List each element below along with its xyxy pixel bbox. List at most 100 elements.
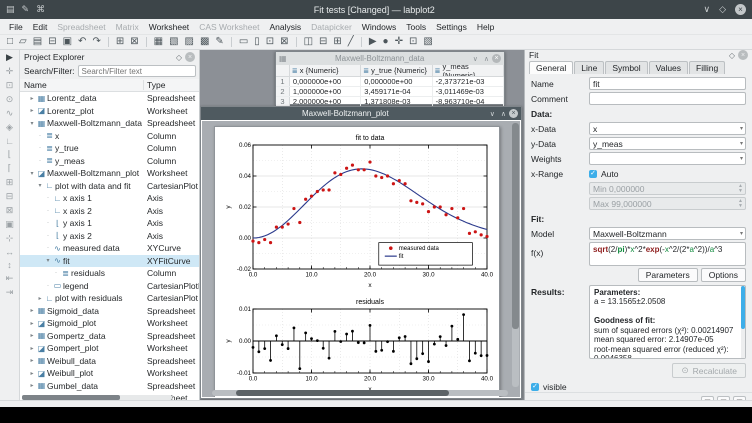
toolbar-icon-6[interactable]: ↷ <box>89 37 103 47</box>
menu-item-file[interactable]: File <box>4 21 28 33</box>
expander-icon[interactable]: ▾ <box>28 120 36 127</box>
expander-icon[interactable]: ▸ <box>28 307 36 314</box>
worksheet-tool-icon-16[interactable]: ⇤ <box>6 273 14 284</box>
worksheet-tool-icon-2[interactable]: ⊡ <box>6 80 14 91</box>
toolbar-icon-2[interactable]: ▤ <box>30 37 45 47</box>
toolbar-icon-13[interactable]: ▨ <box>182 37 197 47</box>
tab-values[interactable]: Values <box>649 61 688 74</box>
dock-footer-icon-0[interactable]: ▣ <box>701 396 714 400</box>
toolbar-icon-28[interactable]: ● <box>380 37 392 47</box>
worksheet-tool-icon-7[interactable]: ⌊ <box>8 149 12 160</box>
spreadsheet-cell[interactable]: 3,459171e-04 <box>361 87 432 96</box>
restore-window-icon[interactable]: ∧ <box>481 55 492 63</box>
toolbar-icon-18[interactable]: ▯ <box>251 37 263 47</box>
worksheet-tool-icon-6[interactable]: ∟ <box>5 136 14 146</box>
visible-checkbox[interactable]: ✓ <box>531 383 539 391</box>
close-panel-icon[interactable]: × <box>738 50 748 60</box>
spreadsheet-cell[interactable]: 1,371808e-03 <box>361 97 432 106</box>
parameters-button[interactable]: Parameters <box>638 268 698 282</box>
worksheet-view[interactable]: fit to data0.010.020.030.040.0-0.020.000… <box>202 121 520 397</box>
name-field[interactable] <box>589 77 746 90</box>
toolbar-icon-1[interactable]: ▱ <box>16 37 30 47</box>
tree-item-x-axis-2[interactable]: ·∟x axis 2Axis <box>20 205 199 218</box>
tree-item-maxwell-boltzmann_data[interactable]: ▾▦Maxwell-Boltzmann_dataSpreadsheet <box>20 117 199 130</box>
toolbar-icon-25[interactable]: ╱ <box>345 37 357 47</box>
tree-item-y-axis-1[interactable]: ·⌊y axis 1Axis <box>20 217 199 230</box>
toolbar-icon-23[interactable]: ⊟ <box>316 37 330 47</box>
tree-item-sigmoid_plot[interactable]: ▸◪Sigmoid_plotWorksheet <box>20 317 199 330</box>
menu-item-analysis[interactable]: Analysis <box>265 21 307 33</box>
tree-item-gumbel_data[interactable]: ▸▦Gumbel_dataSpreadsheet <box>20 380 199 393</box>
shade-window-icon[interactable]: ∨ <box>470 55 481 63</box>
tree-item-y-axis-2[interactable]: ·⌊y axis 2Axis <box>20 230 199 243</box>
toolbar-icon-3[interactable]: ⊟ <box>45 37 59 47</box>
spreadsheet-window-titlebar[interactable]: ▦ Maxwell-Boltzmann_data ∨ ∧ × <box>276 52 504 65</box>
float-panel-icon[interactable]: ◇ <box>726 51 738 60</box>
auto-checkbox[interactable]: ✓ <box>589 170 597 178</box>
toolbar-icon-5[interactable]: ↶ <box>75 37 89 47</box>
spreadsheet-cell[interactable]: 2,000000e+00 <box>290 97 361 106</box>
expander-icon[interactable]: ▸ <box>28 357 36 364</box>
tree-item-residuals[interactable]: ·≣residualsColumn <box>20 267 199 280</box>
tree-item-weibull_plot[interactable]: ▸◪Weibull_plotWorksheet <box>20 367 199 380</box>
toolbar-icon-0[interactable]: □ <box>4 37 16 47</box>
maximize-button[interactable]: ◇ <box>719 4 726 15</box>
worksheet-tool-icon-4[interactable]: ∿ <box>6 108 14 119</box>
toolbar-icon-8[interactable]: ⊞ <box>113 37 127 47</box>
column-header-y_meas[interactable]: ≣y_meas {Numeric} <box>433 65 504 76</box>
menu-item-windows[interactable]: Windows <box>357 21 401 33</box>
tree-item-sigmoid_data[interactable]: ▸▦Sigmoid_dataSpreadsheet <box>20 305 199 318</box>
spreadsheet-cell[interactable]: -2,373721e-03 <box>433 77 504 86</box>
menu-item-worksheet[interactable]: Worksheet <box>144 21 194 33</box>
tree-item-lorentz_data[interactable]: ▸▦Lorentz_dataSpreadsheet <box>20 92 199 105</box>
toolbar-icon-20[interactable]: ⊠ <box>277 37 291 47</box>
close-panel-icon[interactable]: × <box>185 52 195 62</box>
tree-item-plot-with-residuals[interactable]: ▸∟plot with residualsCartesianPlot <box>20 292 199 305</box>
spreadsheet-row[interactable]: 10,000000e+000,000000e+00-2,373721e-03 <box>276 77 504 87</box>
expander-icon[interactable]: ▸ <box>28 320 36 327</box>
close-window-icon[interactable]: × <box>492 54 501 63</box>
tree-item-measured-data[interactable]: ·∿measured dataXYCurve <box>20 242 199 255</box>
expander-icon[interactable]: ▾ <box>44 257 52 264</box>
xdata-combobox[interactable]: x▾ <box>589 122 746 135</box>
expander-icon[interactable]: ▸ <box>36 295 44 302</box>
tree-item-legend[interactable]: ·▭legendCartesianPlotL <box>20 280 199 293</box>
expander-icon[interactable]: ▸ <box>28 107 36 114</box>
worksheet-vertical-scrollbar[interactable] <box>512 123 519 387</box>
tab-symbol[interactable]: Symbol <box>605 61 647 74</box>
tree-column-type[interactable]: Type <box>144 80 199 90</box>
toolbar-icon-4[interactable]: ▣ <box>60 37 75 47</box>
tree-item-fit[interactable]: ▾∿fitXYFitCurve <box>20 255 199 268</box>
formula-field[interactable]: sqrt(2/pi)*x^2*exp(-x^2/(2*a^2))/a^3 <box>589 242 746 266</box>
worksheet-tool-icon-11[interactable]: ⊠ <box>6 205 14 216</box>
results-textbox[interactable]: Parameters:a = 13.1565±2.0508 Goodness o… <box>589 285 746 359</box>
spreadsheet-cell[interactable]: 1,000000e+00 <box>290 87 361 96</box>
toolbar-icon-27[interactable]: ▶ <box>366 37 380 47</box>
expander-icon[interactable]: ▸ <box>28 345 36 352</box>
worksheet-tool-icon-3[interactable]: ⊙ <box>6 94 14 105</box>
toolbar-icon-17[interactable]: ▭ <box>236 37 251 47</box>
menu-item-tools[interactable]: Tools <box>401 21 431 33</box>
tree-item-gompert_plot[interactable]: ▸◪Gompert_plotWorksheet <box>20 342 199 355</box>
close-button[interactable]: × <box>735 4 746 15</box>
worksheet-tool-icon-9[interactable]: ⊞ <box>6 177 14 188</box>
worksheet-tool-icon-14[interactable]: ↔ <box>5 247 14 257</box>
search-input[interactable] <box>78 65 196 77</box>
toolbar-icon-22[interactable]: ◫ <box>301 37 316 47</box>
expander-icon[interactable]: ▸ <box>28 382 36 389</box>
spreadsheet-cell[interactable]: -3,011469e-03 <box>433 87 504 96</box>
fit-to-data-chart[interactable]: fit to data0.010.020.030.040.0-0.020.000… <box>223 132 493 290</box>
results-scrollbar[interactable] <box>741 286 745 358</box>
worksheet-horizontal-scrollbar[interactable] <box>212 390 508 396</box>
dock-footer-icon-1[interactable]: ▤ <box>717 396 730 400</box>
worksheet-tool-icon-12[interactable]: ▣ <box>5 219 14 230</box>
expander-icon[interactable]: ▾ <box>28 170 36 177</box>
menu-item-settings[interactable]: Settings <box>431 21 472 33</box>
plot-window-titlebar[interactable]: Maxwell-Boltzmann_plot ∨ ∧ × <box>201 107 521 120</box>
spreadsheet-cell[interactable]: -8,963710e-04 <box>433 97 504 106</box>
tree-item-y_true[interactable]: ·≣y_trueColumn <box>20 142 199 155</box>
expander-icon[interactable]: ▸ <box>28 370 36 377</box>
keep-above-icon[interactable]: ⌘ <box>36 4 45 15</box>
tree-item-lorentz_plot[interactable]: ▸◪Lorentz_plotWorksheet <box>20 105 199 118</box>
toolbar-icon-30[interactable]: ⊡ <box>406 37 420 47</box>
